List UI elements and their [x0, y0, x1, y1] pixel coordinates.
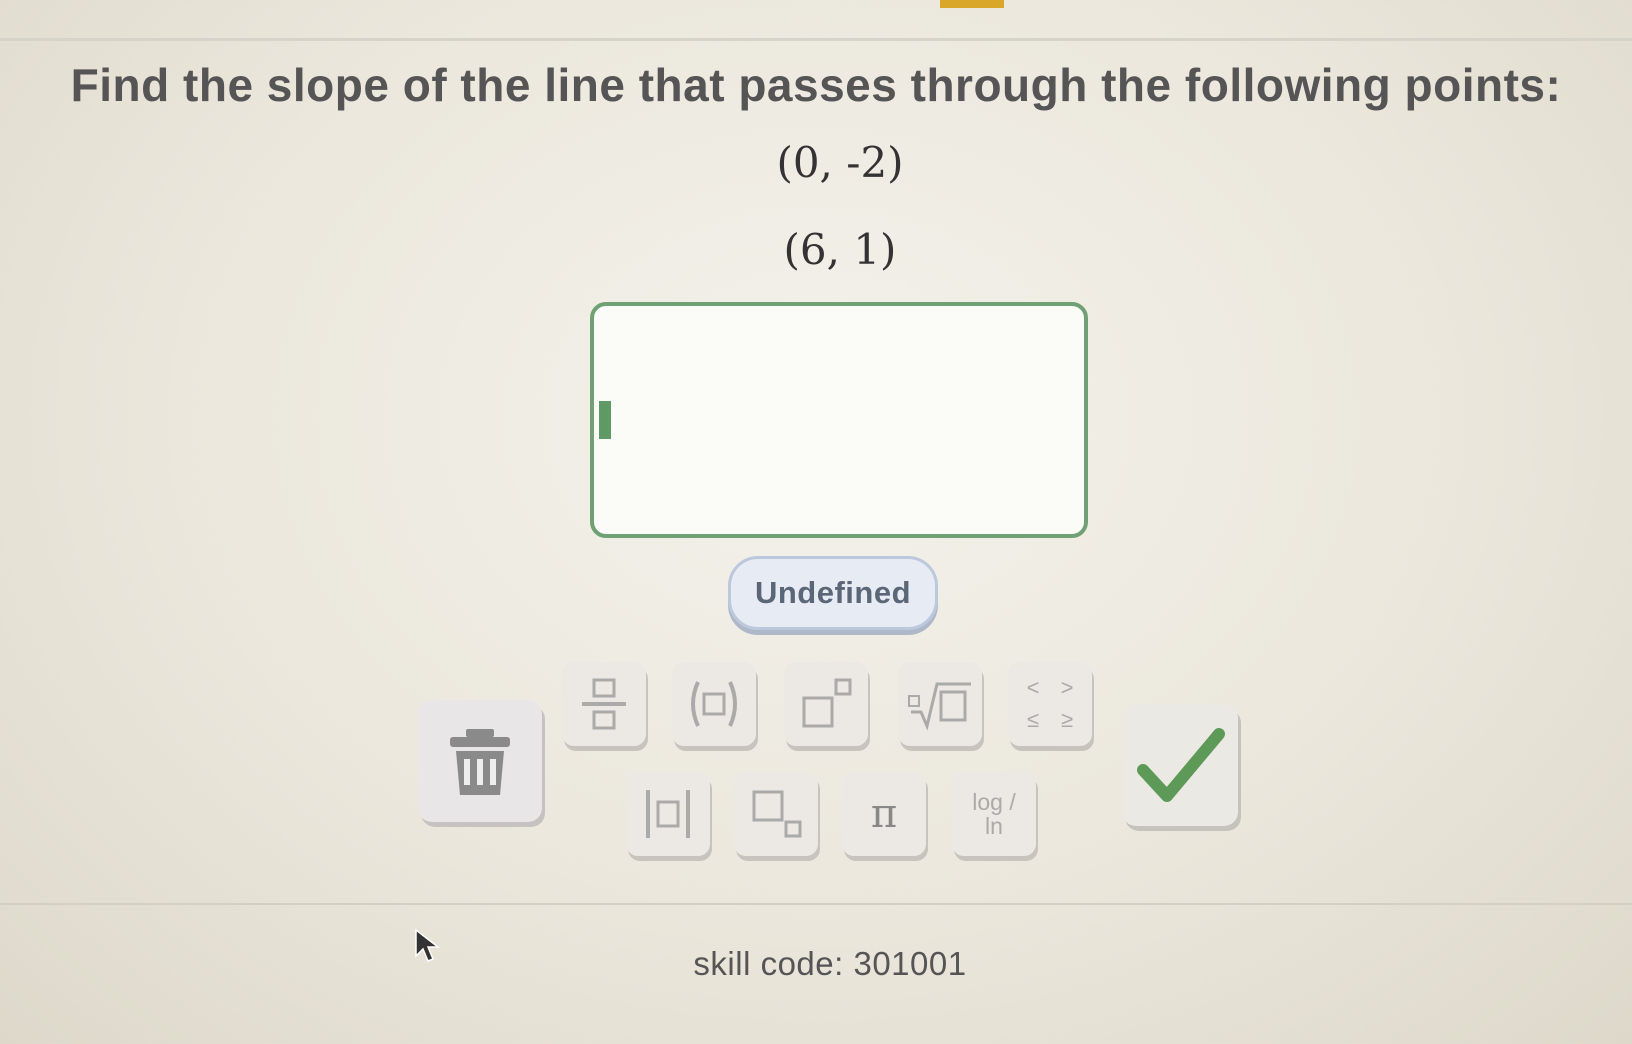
- ln-label: ln: [985, 813, 1003, 839]
- exponent-button[interactable]: [784, 662, 868, 746]
- mouse-pointer-icon: [415, 928, 441, 962]
- inequality-button[interactable]: < > ≤ ≥: [1008, 662, 1092, 746]
- fraction-icon: [582, 678, 626, 730]
- skill-code: skill code: 301001: [693, 945, 967, 982]
- clear-button[interactable]: [418, 700, 542, 822]
- text-caret: [599, 401, 611, 439]
- subscript-icon: [752, 790, 802, 838]
- log-ln-icon: log / ln: [972, 790, 1015, 838]
- undefined-button[interactable]: Undefined: [728, 556, 938, 630]
- absolute-value-button[interactable]: [626, 772, 710, 856]
- answer-input[interactable]: [590, 302, 1088, 538]
- less-than-symbol: <: [1026, 675, 1040, 700]
- log-button[interactable]: log / ln: [952, 772, 1036, 856]
- pi-icon: π: [870, 791, 898, 837]
- parentheses-icon: [691, 681, 737, 727]
- bottom-divider: [0, 903, 1632, 905]
- inequality-icon: < > ≤ ≥: [1021, 675, 1079, 733]
- less-equal-symbol: ≤: [1026, 707, 1040, 732]
- subscript-button[interactable]: [734, 772, 818, 856]
- submit-button[interactable]: [1122, 704, 1238, 826]
- absolute-value-icon: [646, 790, 690, 838]
- checkmark-icon: [1137, 728, 1225, 802]
- point-2: (6, 1): [783, 225, 897, 274]
- log-label: log /: [972, 789, 1016, 815]
- parentheses-button[interactable]: [672, 662, 756, 746]
- trash-icon: [450, 729, 510, 795]
- nth-root-button[interactable]: [898, 662, 982, 746]
- greater-than-symbol: >: [1060, 675, 1074, 700]
- top-divider: [0, 38, 1632, 41]
- fraction-button[interactable]: [562, 662, 646, 746]
- progress-marker: [940, 0, 1004, 8]
- exponent-icon: [802, 678, 852, 728]
- greater-equal-symbol: ≥: [1060, 707, 1074, 732]
- question-prompt: Find the slope of the line that passes t…: [70, 59, 1562, 111]
- point-1: (0, -2): [776, 138, 904, 187]
- pi-button[interactable]: π: [842, 772, 926, 856]
- nth-root-icon: [908, 682, 971, 731]
